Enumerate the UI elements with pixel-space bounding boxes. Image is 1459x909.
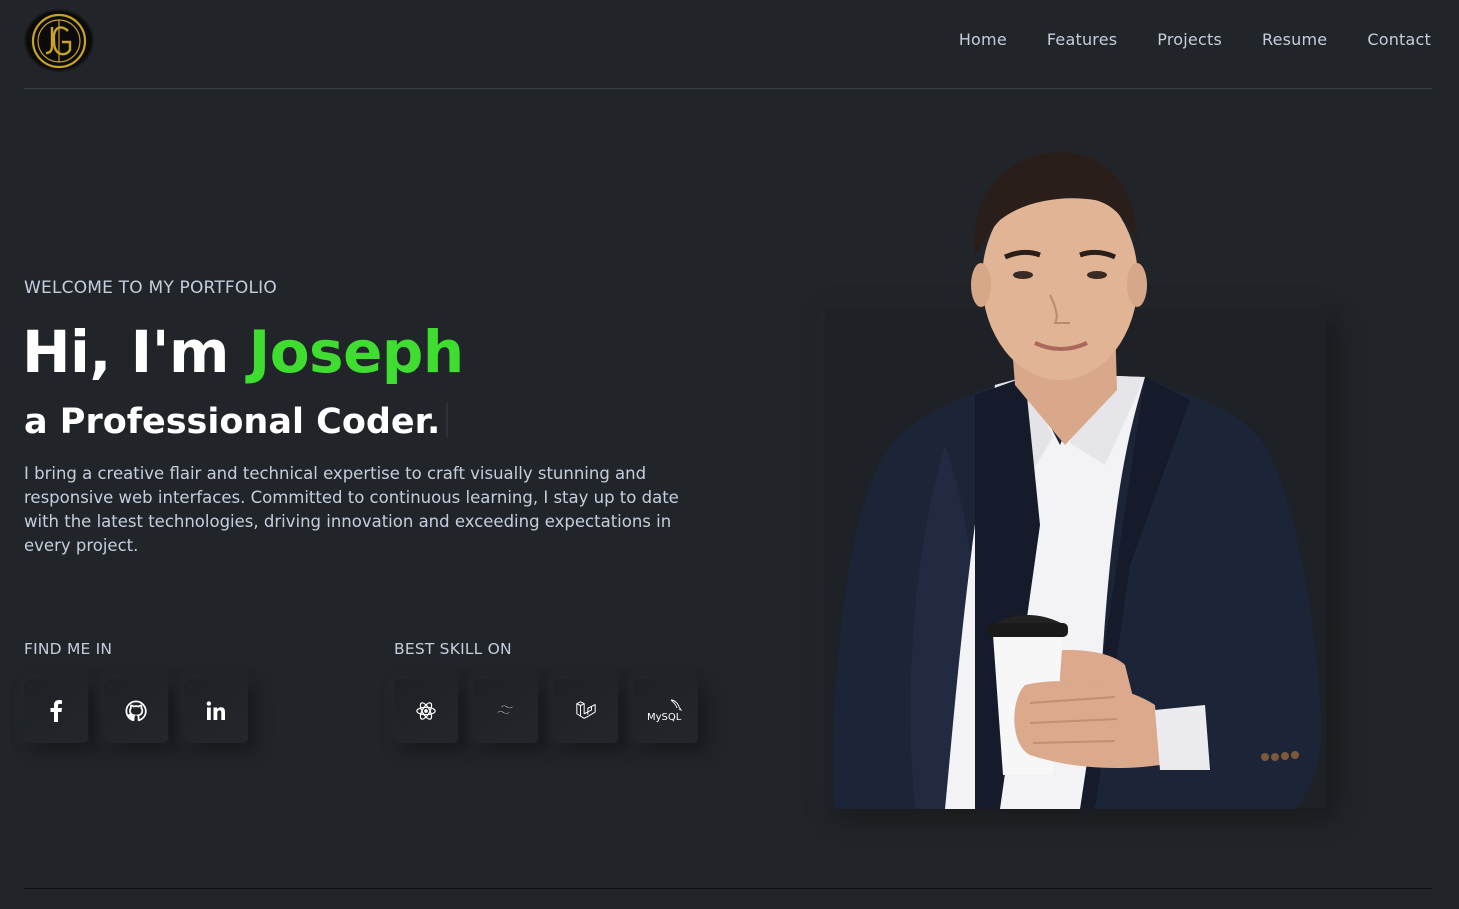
- hero-role: a Professional Coder.: [24, 402, 449, 442]
- linkedin-button[interactable]: [184, 679, 248, 743]
- header-divider: [24, 88, 1432, 89]
- skill-icons: MySQL: [394, 679, 698, 743]
- find-me-label: FIND ME IN: [24, 640, 113, 658]
- facebook-icon: [50, 700, 62, 722]
- laravel-skill[interactable]: [554, 679, 618, 743]
- mysql-logo-text: MySQL: [647, 712, 682, 723]
- mysql-icon: MySQL: [647, 699, 683, 723]
- react-skill[interactable]: [394, 679, 458, 743]
- linkedin-icon: [206, 701, 225, 720]
- facebook-button[interactable]: [24, 679, 88, 743]
- laravel-icon: [576, 701, 596, 719]
- hero-greeting: Hi, I'm: [22, 318, 249, 386]
- typing-cursor: [446, 403, 449, 437]
- nav-features[interactable]: Features: [1047, 30, 1117, 49]
- github-button[interactable]: [104, 679, 168, 743]
- tailwind-skill[interactable]: [474, 679, 538, 743]
- react-icon: [416, 702, 436, 720]
- jg-monogram-logo-icon: [31, 13, 87, 68]
- nav-resume[interactable]: Resume: [1262, 30, 1327, 49]
- hero-name: Joseph: [248, 318, 465, 386]
- hero-role-text: a Professional Coder.: [24, 402, 441, 442]
- hero-description: I bring a creative flair and technical e…: [24, 464, 679, 555]
- nav-projects[interactable]: Projects: [1157, 30, 1222, 49]
- social-icons: [24, 679, 248, 743]
- logo[interactable]: [24, 9, 94, 72]
- hero-heading: Hi, I'm Joseph: [22, 318, 464, 386]
- mysql-skill[interactable]: MySQL: [634, 679, 698, 743]
- main-nav: Home Features Projects Resume Contact: [919, 30, 1431, 49]
- portrait-photo: [833, 152, 1322, 809]
- tailwind-icon: [496, 705, 514, 714]
- header: Home Features Projects Resume Contact: [24, 9, 1431, 89]
- welcome-text: WELCOME TO MY PORTFOLIO: [24, 278, 277, 298]
- footer-divider: [24, 888, 1432, 889]
- best-skill-label: BEST SKILL ON: [394, 640, 512, 658]
- nav-home[interactable]: Home: [959, 30, 1007, 49]
- github-icon: [125, 700, 147, 722]
- nav-contact[interactable]: Contact: [1367, 30, 1431, 49]
- portfolio-page: Home Features Projects Resume Contact WE…: [0, 0, 1459, 909]
